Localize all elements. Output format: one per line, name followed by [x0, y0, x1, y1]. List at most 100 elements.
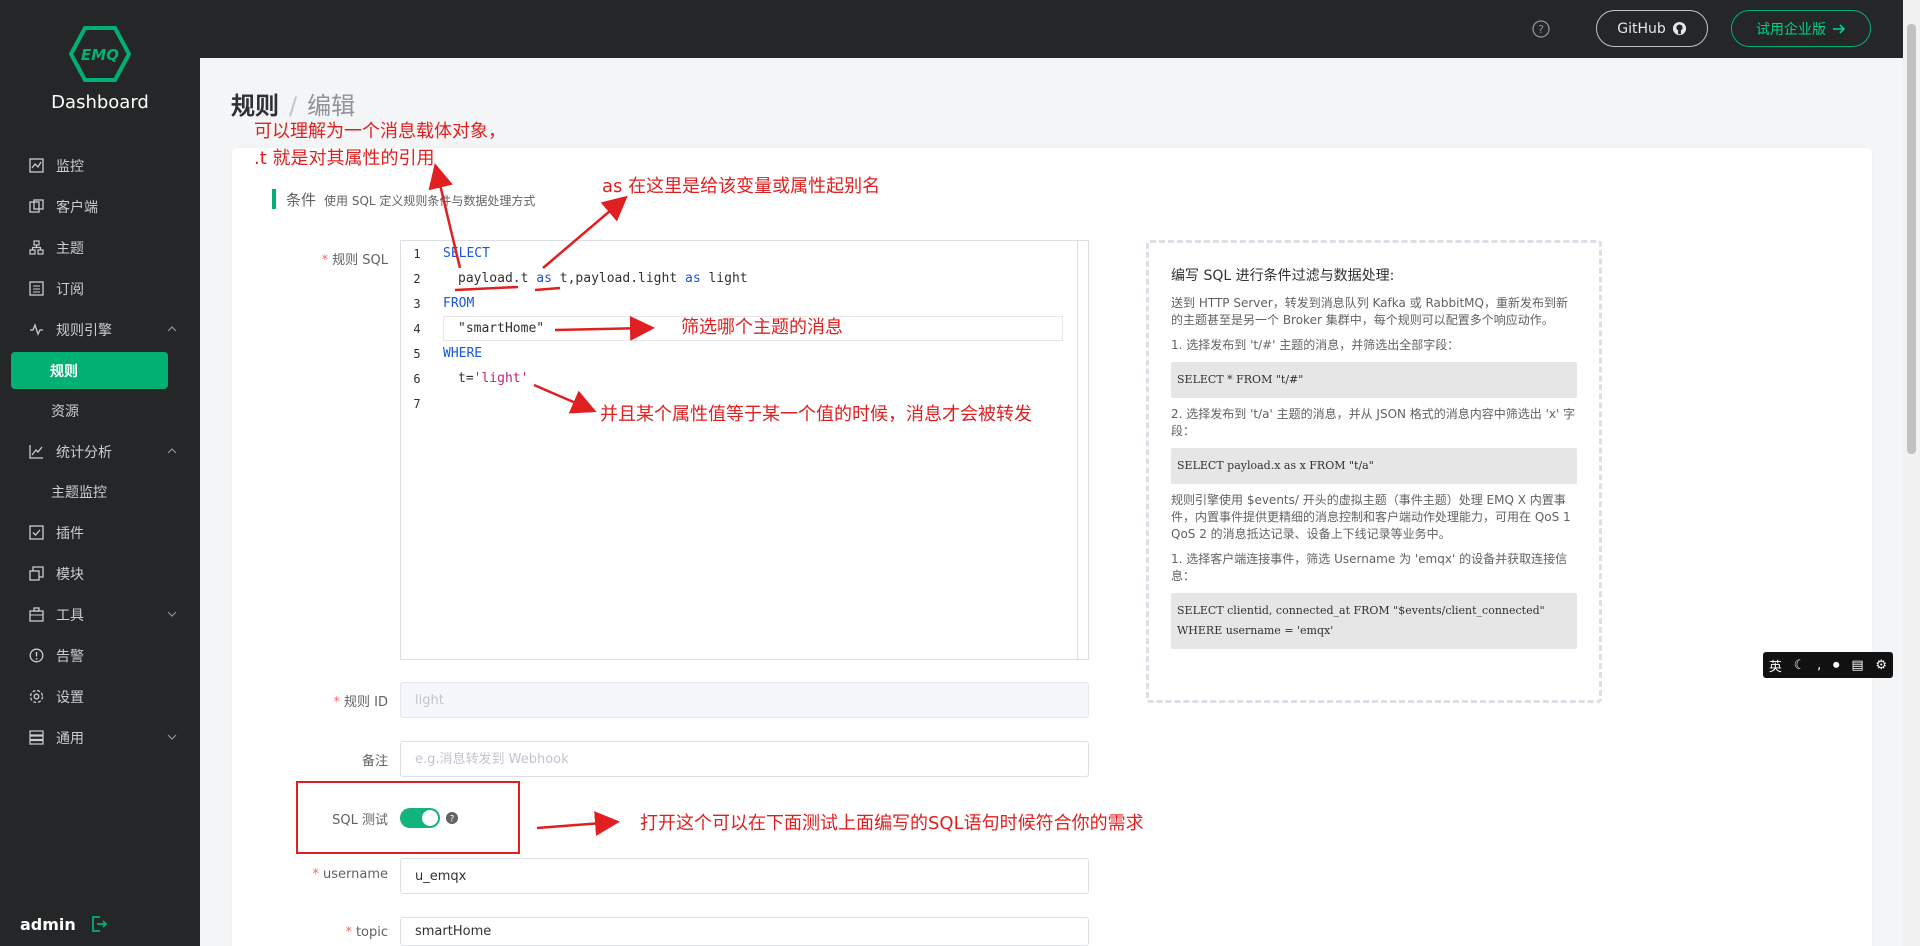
sidebar-item-rules[interactable]: 规则	[11, 352, 168, 389]
clients-icon	[28, 199, 44, 215]
logout-icon[interactable]	[90, 915, 108, 933]
section-title-text: 条件	[286, 191, 317, 209]
sidebar-item-label: 监控	[56, 158, 84, 175]
sidebar-item-label: 主题	[56, 240, 84, 257]
sidebar-item-settings[interactable]: 设置	[0, 676, 200, 717]
sidebar-item-label: 主题监控	[51, 485, 107, 501]
page-scrollbar[interactable]	[1903, 0, 1920, 946]
sidebar-item-label: 规则	[50, 363, 78, 380]
sidebar-item-resources[interactable]: 资源	[0, 391, 200, 431]
note-input[interactable]	[400, 741, 1089, 777]
annotation-alias: as 在这里是给该变量或属性起别名	[602, 176, 881, 197]
chevron-up-icon	[167, 448, 177, 454]
emq-logo-icon: EMQ	[69, 26, 131, 82]
github-label: GitHub	[1617, 20, 1666, 37]
sidebar-item-subscriptions[interactable]: 订阅	[0, 268, 200, 309]
ime-lang[interactable]: 英	[1769, 656, 1782, 675]
moon-icon[interactable]: ☾	[1794, 658, 1806, 673]
section-title: 条件 使用 SQL 定义规则条件与数据处理方式	[272, 189, 535, 209]
sidebar-menu: 监控 客户端 主题 订阅 规则引擎 规则 资源 统计分析 主题监控 插件 模块 …	[0, 145, 200, 758]
help-paragraph: 2. 选择发布到 't/a' 主题的消息，并从 JSON 格式的消息内容中筛选出…	[1171, 407, 1576, 438]
svg-text:EMQ: EMQ	[81, 46, 119, 64]
sidebar-item-topic-metrics[interactable]: 主题监控	[0, 472, 200, 512]
annotation-highlight-box	[296, 781, 520, 854]
annotation-topic: 筛选哪个主题的消息	[681, 317, 843, 338]
sidebar-item-rule-engine[interactable]: 规则引擎	[0, 309, 200, 350]
editor-scrollbar[interactable]	[1077, 241, 1078, 659]
logo[interactable]: EMQ Dashboard	[0, 0, 200, 145]
code-line: 6 t='light'	[413, 371, 529, 386]
sidebar: EMQ Dashboard 监控 客户端 主题 订阅 规则引擎 规则 资源 统计…	[0, 0, 200, 946]
breadcrumb-separator: /	[289, 92, 298, 120]
microphone-icon[interactable]: ⏺	[1833, 658, 1840, 673]
chevron-up-icon	[167, 326, 177, 332]
topics-icon	[28, 240, 44, 256]
sidebar-item-clients[interactable]: 客户端	[0, 186, 200, 227]
sidebar-item-general[interactable]: 通用	[0, 717, 200, 758]
sidebar-item-label: 通用	[56, 730, 84, 747]
sidebar-item-modules[interactable]: 模块	[0, 553, 200, 594]
annotation-payload-ref: .t 就是对其属性的引用	[254, 148, 435, 169]
sql-help-panel: 编写 SQL 进行条件过滤与数据处理: 送到 HTTP Server，转发到消息…	[1146, 240, 1602, 703]
help-paragraph: 送到 HTTP Server，转发到消息队列 Kafka 或 RabbitMQ，…	[1171, 296, 1568, 327]
rule-id-input[interactable]	[400, 682, 1089, 718]
help-paragraph: 1. 选择客户端连接事件，筛选 Username 为 'emqx' 的设备并获取…	[1171, 552, 1568, 583]
sql-editor[interactable]: 1 SELECT 2 payload.t as t,payload.light as…	[400, 240, 1089, 660]
sidebar-item-label: 插件	[56, 525, 84, 542]
sidebar-item-label: 工具	[56, 607, 84, 624]
chevron-down-icon	[167, 734, 177, 740]
sidebar-item-monitor[interactable]: 监控	[0, 145, 200, 186]
help-code-sample: SELECT payload.x as x FROM "t/a"	[1171, 448, 1577, 484]
sidebar-item-analysis[interactable]: 统计分析	[0, 431, 200, 472]
sidebar-item-label: 资源	[51, 404, 79, 420]
alarm-icon	[28, 648, 44, 664]
scrollbar-thumb[interactable]	[1907, 24, 1916, 454]
sidebar-item-label: 客户端	[56, 199, 98, 216]
gear-icon[interactable]: ⚙	[1875, 658, 1887, 673]
topic-label: * topic	[345, 925, 388, 940]
punctuation-icon[interactable]: ,	[1817, 658, 1821, 673]
chevron-down-icon	[167, 611, 177, 617]
keyboard-icon[interactable]: ▤	[1851, 658, 1863, 673]
breadcrumb-root[interactable]: 规则	[231, 92, 279, 120]
app-title: Dashboard	[51, 92, 149, 113]
sidebar-item-label: 规则引擎	[56, 322, 112, 339]
annotation-payload: 可以理解为一个消息载体对象，	[254, 121, 506, 142]
help-icon[interactable]: ?	[1531, 19, 1551, 39]
help-code-sample: SELECT * FROM "t/#"	[1171, 362, 1577, 398]
help-title: 编写 SQL 进行条件过滤与数据处理:	[1171, 268, 1395, 284]
ime-toolbar[interactable]: 英 ☾ , ⏺ ▤ ⚙	[1763, 652, 1893, 678]
sidebar-item-label: 设置	[56, 689, 84, 706]
code-line: 2 payload.t as t,payload.light as light	[413, 271, 748, 286]
sidebar-item-label: 模块	[56, 566, 84, 583]
subscriptions-icon	[28, 281, 44, 297]
top-header: ? GitHub 试用企业版	[200, 0, 1920, 58]
sidebar-item-tools[interactable]: 工具	[0, 594, 200, 635]
svg-text:?: ?	[1538, 23, 1544, 36]
note-label: 备注	[361, 754, 388, 769]
github-button[interactable]: GitHub	[1596, 10, 1708, 47]
topic-input[interactable]	[400, 917, 1089, 946]
username-label: * username	[312, 867, 389, 882]
breadcrumb-current: 编辑	[307, 92, 356, 120]
arrow-right-icon	[1833, 23, 1846, 34]
username-label: admin	[20, 914, 76, 934]
trial-enterprise-button[interactable]: 试用企业版	[1731, 10, 1871, 47]
annotation-condition: 并且某个属性值等于某一个值的时候，消息才会被转发	[600, 404, 1032, 425]
breadcrumb: 规则 / 编辑	[231, 86, 355, 121]
monitor-icon	[28, 158, 44, 174]
sidebar-item-label: 订阅	[56, 281, 84, 298]
help-code-sample: SELECT clientid, connected_at FROM "$eve…	[1171, 593, 1577, 649]
sidebar-item-topics[interactable]: 主题	[0, 227, 200, 268]
username-input[interactable]	[400, 858, 1089, 894]
user-area: admin	[0, 902, 200, 946]
plugins-icon	[28, 525, 44, 541]
sidebar-item-plugins[interactable]: 插件	[0, 512, 200, 553]
code-line: 1 SELECT	[413, 246, 490, 261]
trial-label: 试用企业版	[1756, 21, 1826, 38]
rule-engine-icon	[28, 322, 44, 338]
code-line: 5 WHERE	[413, 346, 483, 361]
sidebar-item-label: 统计分析	[56, 444, 112, 461]
github-icon	[1672, 21, 1686, 36]
sidebar-item-alarm[interactable]: 告警	[0, 635, 200, 676]
